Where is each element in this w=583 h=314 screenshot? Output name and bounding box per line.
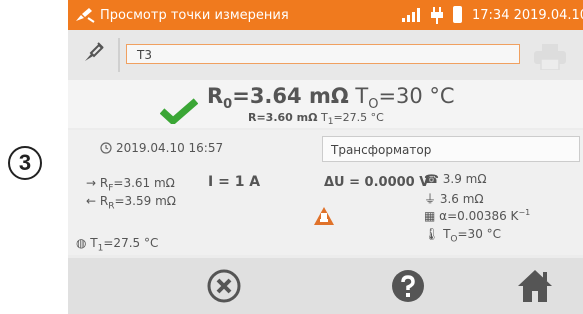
r2-result: ⏚ 3.6 mΩ <box>424 190 484 207</box>
t0-subscript: O <box>450 234 458 245</box>
alpha-value: α=0.00386 K <box>439 209 519 223</box>
measured-temperature: ◍ T1=27.5 °C <box>76 236 158 253</box>
rr-result: ← RR=3.59 mΩ <box>86 194 176 211</box>
t0-value: =30 °C <box>457 227 502 241</box>
measurement-date: 2019.04.10 16:57 <box>116 141 224 155</box>
secondary-result: R=3.60 mΩ T1=27.5 °C <box>248 111 384 127</box>
arrow-left-icon: ← <box>86 194 100 208</box>
t1-label: T <box>90 236 98 250</box>
status-bar: Просмотр точки измерения 17:34 2019.04.1… <box>68 0 583 30</box>
alpha-coefficient: ▦ α=0.00386 K−1 <box>424 208 530 223</box>
rr-label: R <box>99 194 109 208</box>
signal-icon <box>402 8 420 22</box>
warning-icon <box>314 207 334 225</box>
toolbar-divider <box>118 38 120 72</box>
clock-text: 17:34 2019.04.10 <box>472 8 583 23</box>
arrow-right-icon: → <box>86 176 100 190</box>
checkmark-icon <box>160 98 198 124</box>
r0-value: =3.64 mΩ <box>232 84 349 108</box>
object-name-field[interactable]: Трансформатор <box>322 136 580 162</box>
rr-value: =3.59 mΩ <box>114 194 176 208</box>
t1-value: =27.5 °C <box>103 236 159 250</box>
rf-value: =3.61 mΩ <box>113 176 175 190</box>
plug-icon <box>431 7 443 24</box>
test-current: I = 1 A <box>208 174 261 190</box>
ground-icon: ⏚ <box>424 192 440 206</box>
help-button[interactable] <box>388 266 428 306</box>
step-callout: 3 <box>8 146 42 180</box>
measurement-point-name-field[interactable]: T3 <box>126 44 520 64</box>
alpha-superscript: −1 <box>518 208 531 217</box>
close-button[interactable] <box>204 266 244 306</box>
voltage-drop: ΔU = 0.0000 V <box>324 175 430 190</box>
probe-icon <box>76 8 95 23</box>
rf-result: → RF=3.61 mΩ <box>86 176 175 193</box>
r-value: R=3.60 mΩ <box>248 111 318 124</box>
reference-temperature: 🌡 TO=30 °C <box>424 227 501 244</box>
battery-icon <box>453 6 462 23</box>
main-result-value: R0=3.64 mΩ TO=30 °C <box>207 84 455 112</box>
home-button[interactable] <box>515 266 555 306</box>
t0-label: T <box>355 84 369 108</box>
r1-result: ☎ 3.9 mΩ <box>424 172 487 186</box>
bottom-bar <box>68 258 583 314</box>
t0-value: =30 °C <box>378 84 455 108</box>
calculator-icon: ▦ <box>424 209 440 223</box>
t1-label: T <box>320 111 328 124</box>
clock-icon <box>100 142 112 154</box>
home-icon <box>518 270 552 302</box>
rf-label: R <box>99 176 109 190</box>
help-icon <box>392 270 424 302</box>
thermometer-icon: 🌡 <box>424 227 444 241</box>
toolbar: T3 <box>68 30 583 80</box>
r2-value: 3.6 mΩ <box>439 192 484 206</box>
probe-up-icon: ☎ <box>424 172 443 186</box>
probe-icon[interactable] <box>82 40 106 64</box>
device-screen: Просмотр точки измерения 17:34 2019.04.1… <box>68 0 583 314</box>
r0-subscript: 0 <box>223 97 233 113</box>
details-panel: 2019.04.10 16:57 Трансформатор → RF=3.61… <box>68 130 583 255</box>
main-result-panel: R0=3.64 mΩ TO=30 °C R=3.60 mΩ T1=27.5 °C <box>68 80 583 128</box>
callout-number: 3 <box>18 150 32 175</box>
printer-icon[interactable] <box>533 44 567 70</box>
t0-subscript: O <box>368 97 379 113</box>
r1-value: 3.9 mΩ <box>442 172 487 186</box>
close-icon <box>207 269 241 303</box>
r0-label: R <box>207 84 224 108</box>
temperature-sensor-icon: ◍ <box>76 236 91 250</box>
t1-value: =27.5 °C <box>333 111 384 124</box>
screen-title: Просмотр точки измерения <box>100 7 289 23</box>
